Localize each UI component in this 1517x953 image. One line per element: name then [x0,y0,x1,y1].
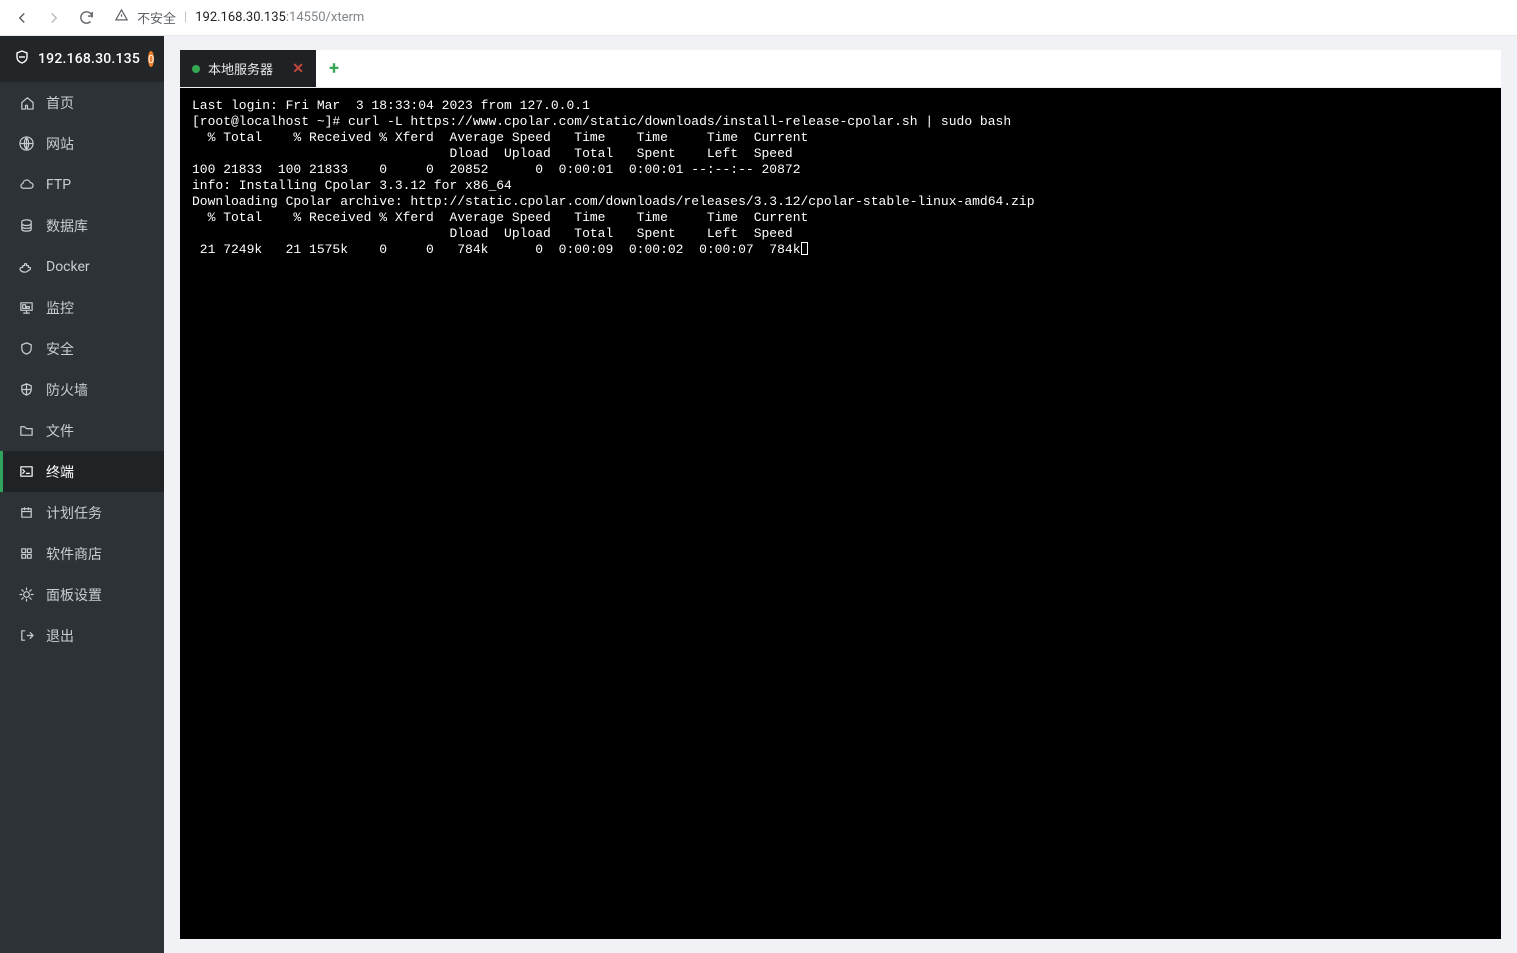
address-bar[interactable]: 不安全 | 192.168.30.135:14550/xterm [106,4,1507,32]
sidebar-header[interactable]: 192.168.30.135 0 [0,36,164,82]
insecure-label: 不安全 [137,8,176,27]
home-icon [18,95,34,111]
gear-icon [18,587,34,603]
sidebar-item-settings[interactable]: 面板设置 [0,574,164,615]
monitor-icon [18,300,34,316]
globe-icon [18,136,34,152]
sidebar-item-label: 计划任务 [46,503,102,523]
sidebar-item-terminal[interactable]: 终端 [0,451,164,492]
sidebar-item-files[interactable]: 文件 [0,410,164,451]
sidebar-item-monitor[interactable]: 监控 [0,287,164,328]
main-area: 本地服务器 ✕ + Last login: Fri Mar 3 18:33:04… [164,36,1517,953]
firewall-icon [18,382,34,398]
sidebar-item-label: 首页 [46,93,74,113]
tab-status-dot-icon [192,65,200,73]
terminal-icon [18,464,34,480]
tab-close-icon[interactable]: ✕ [292,61,304,77]
sidebar-host-ip: 192.168.30.135 [38,51,140,67]
logout-icon [18,628,34,644]
sidebar-item-home[interactable]: 首页 [0,82,164,123]
sidebar-item-label: FTP [46,177,71,193]
sidebar-item-database[interactable]: 数据库 [0,205,164,246]
shield-icon [18,341,34,357]
sidebar-item-label: 网站 [46,134,74,154]
sidebar-item-security[interactable]: 安全 [0,328,164,369]
folder-icon [18,423,34,439]
address-url: 192.168.30.135:14550/xterm [195,10,364,25]
docker-icon [18,259,34,275]
sidebar-item-label: 退出 [46,626,74,646]
tab-label: 本地服务器 [208,59,273,78]
sidebar-item-logout[interactable]: 退出 [0,615,164,656]
terminal-output[interactable]: Last login: Fri Mar 3 18:33:04 2023 from… [180,88,1501,939]
database-icon [18,218,34,234]
sidebar-item-label: 安全 [46,339,74,359]
insecure-icon [114,8,129,27]
sidebar-item-label: 数据库 [46,216,88,236]
nav-back-button[interactable] [10,6,34,30]
sidebar-item-firewall[interactable]: 防火墙 [0,369,164,410]
browser-toolbar: 不安全 | 192.168.30.135:14550/xterm [0,0,1517,36]
address-separator: | [184,10,187,25]
add-tab-button[interactable]: + [316,50,352,87]
calendar-icon [18,505,34,521]
sidebar-item-docker[interactable]: Docker [0,246,164,287]
sidebar: 192.168.30.135 0 首页网站 FTP 数据库 Docker 监控安全防火墙… [0,36,164,953]
nav-forward-button[interactable] [42,6,66,30]
sidebar-item-label: 防火墙 [46,380,88,400]
sidebar-badge: 0 [148,51,154,67]
terminal-cursor [801,242,808,255]
sidebar-item-label: 面板设置 [46,585,102,605]
grid-icon [18,546,34,562]
panel-logo-icon [14,49,30,69]
terminal-panel: 本地服务器 ✕ + Last login: Fri Mar 3 18:33:04… [180,50,1501,939]
terminal-tabs: 本地服务器 ✕ + [180,50,1501,88]
sidebar-item-website[interactable]: 网站 [0,123,164,164]
nav-reload-button[interactable] [74,6,98,30]
cloud-icon [18,177,34,193]
sidebar-item-label: 文件 [46,421,74,441]
sidebar-item-cron[interactable]: 计划任务 [0,492,164,533]
sidebar-item-apps[interactable]: 软件商店 [0,533,164,574]
sidebar-item-label: 终端 [46,462,74,482]
sidebar-item-label: Docker [46,259,90,275]
sidebar-item-label: 软件商店 [46,544,102,564]
terminal-tab-active[interactable]: 本地服务器 ✕ [180,50,316,87]
sidebar-item-label: 监控 [46,298,74,318]
sidebar-item-ftp[interactable]: FTP [0,164,164,205]
